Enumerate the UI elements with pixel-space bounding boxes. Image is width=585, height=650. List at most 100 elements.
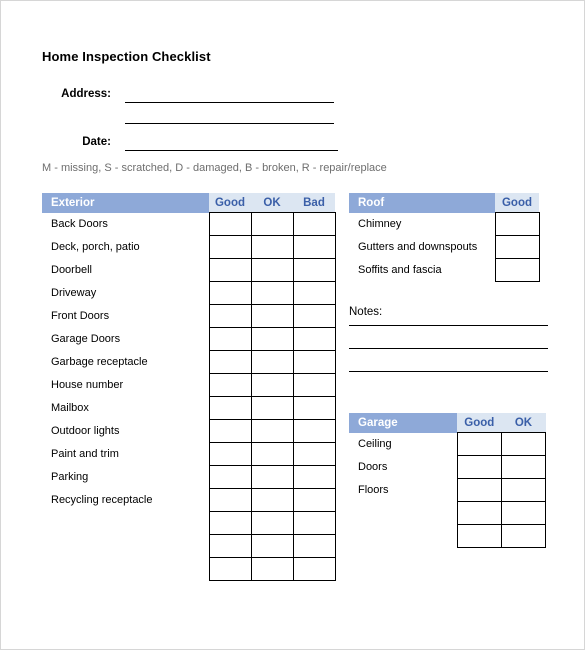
exterior-item-label: Garbage receptacle <box>42 350 209 374</box>
exterior-checkbox-ok[interactable] <box>250 373 294 397</box>
exterior-checkbox-ok[interactable] <box>250 235 294 259</box>
garage-checkbox-ok[interactable] <box>500 501 547 525</box>
exterior-checkbox-bad[interactable] <box>292 350 336 374</box>
table-header-row: Garage Good OK <box>349 413 546 433</box>
roof-item-label: Chimney <box>349 212 495 236</box>
garage-item-label <box>349 501 458 525</box>
garage-checkbox-good[interactable] <box>456 524 502 548</box>
table-row: Garbage receptacle <box>42 350 336 374</box>
exterior-item-label: Parking <box>42 465 209 489</box>
garage-checkbox-good[interactable] <box>456 455 502 479</box>
exterior-checkbox-ok[interactable] <box>250 511 294 535</box>
exterior-header-bad: Bad <box>293 193 335 213</box>
exterior-checkbox-ok[interactable] <box>250 557 294 581</box>
table-roof: Roof Good Chimney Gutters and downspouts S… <box>349 193 540 282</box>
exterior-checkbox-good[interactable] <box>208 557 252 581</box>
exterior-checkbox-bad[interactable] <box>292 304 336 328</box>
exterior-checkbox-bad[interactable] <box>292 327 336 351</box>
exterior-checkbox-ok[interactable] <box>250 442 294 466</box>
exterior-checkbox-good[interactable] <box>208 511 252 535</box>
garage-checkbox-ok[interactable] <box>500 478 547 502</box>
exterior-item-label: Front Doors <box>42 304 209 328</box>
exterior-checkbox-ok[interactable] <box>250 534 294 558</box>
table-row: Floors <box>349 478 547 502</box>
address-line-2[interactable] <box>125 123 334 124</box>
exterior-checkbox-good[interactable] <box>208 350 252 374</box>
exterior-checkbox-bad[interactable] <box>292 235 336 259</box>
exterior-checkbox-good[interactable] <box>208 534 252 558</box>
exterior-item-label: Driveway <box>42 281 209 305</box>
exterior-checkbox-bad[interactable] <box>292 419 336 443</box>
inspection-checklist-page: Home Inspection Checklist Address: Date:… <box>0 0 585 650</box>
exterior-checkbox-bad[interactable] <box>292 212 336 236</box>
roof-checkbox-good[interactable] <box>494 235 540 259</box>
table-row: Driveway <box>42 281 336 305</box>
exterior-checkbox-good[interactable] <box>208 442 252 466</box>
table-row: Parking <box>42 465 336 489</box>
table-row: Chimney <box>349 212 540 236</box>
exterior-checkbox-bad[interactable] <box>292 373 336 397</box>
exterior-checkbox-good[interactable] <box>208 258 252 282</box>
garage-checkbox-good[interactable] <box>456 478 502 502</box>
garage-item-label: Ceiling <box>349 432 458 456</box>
exterior-checkbox-bad[interactable] <box>292 488 336 512</box>
exterior-item-label: Back Doors <box>42 212 209 236</box>
exterior-checkbox-good[interactable] <box>208 419 252 443</box>
garage-checkbox-good[interactable] <box>456 501 502 525</box>
table-row <box>42 557 336 581</box>
exterior-checkbox-ok[interactable] <box>250 281 294 305</box>
exterior-item-label: Paint and trim <box>42 442 209 466</box>
exterior-checkbox-good[interactable] <box>208 488 252 512</box>
notes-line-2[interactable] <box>349 348 548 349</box>
roof-checkbox-good[interactable] <box>494 212 540 236</box>
garage-checkbox-ok[interactable] <box>500 432 547 456</box>
garage-checkbox-ok[interactable] <box>500 455 547 479</box>
table-exterior: Exterior Good OK Bad Back Doors Deck, por… <box>42 193 336 581</box>
exterior-checkbox-ok[interactable] <box>250 212 294 236</box>
exterior-checkbox-good[interactable] <box>208 281 252 305</box>
exterior-checkbox-bad[interactable] <box>292 465 336 489</box>
exterior-checkbox-good[interactable] <box>208 327 252 351</box>
exterior-checkbox-ok[interactable] <box>250 350 294 374</box>
garage-checkbox-ok[interactable] <box>500 524 547 548</box>
exterior-checkbox-bad[interactable] <box>292 511 336 535</box>
exterior-checkbox-ok[interactable] <box>250 465 294 489</box>
exterior-checkbox-bad[interactable] <box>292 258 336 282</box>
exterior-checkbox-ok[interactable] <box>250 488 294 512</box>
exterior-checkbox-good[interactable] <box>208 465 252 489</box>
exterior-checkbox-bad[interactable] <box>292 557 336 581</box>
roof-checkbox-good[interactable] <box>494 258 540 282</box>
exterior-header-title: Exterior <box>42 193 209 213</box>
exterior-item-label: Deck, porch, patio <box>42 235 209 259</box>
exterior-checkbox-good[interactable] <box>208 373 252 397</box>
exterior-checkbox-bad[interactable] <box>292 442 336 466</box>
legend-text: M - missing, S - scratched, D - damaged,… <box>42 162 387 174</box>
garage-item-label: Floors <box>349 478 458 502</box>
exterior-checkbox-ok[interactable] <box>250 327 294 351</box>
exterior-checkbox-good[interactable] <box>208 212 252 236</box>
exterior-checkbox-good[interactable] <box>208 304 252 328</box>
date-line[interactable] <box>125 150 338 151</box>
exterior-checkbox-ok[interactable] <box>250 304 294 328</box>
table-row: Recycling receptacle <box>42 488 336 512</box>
exterior-item-label: House number <box>42 373 209 397</box>
exterior-checkbox-ok[interactable] <box>250 258 294 282</box>
address-line-1[interactable] <box>125 102 334 103</box>
table-row: Garage Doors <box>42 327 336 351</box>
exterior-checkbox-good[interactable] <box>208 396 252 420</box>
exterior-item-label <box>42 534 209 558</box>
exterior-checkbox-bad[interactable] <box>292 396 336 420</box>
table-row <box>42 534 336 558</box>
exterior-checkbox-bad[interactable] <box>292 281 336 305</box>
exterior-checkbox-ok[interactable] <box>250 396 294 420</box>
notes-line-1[interactable] <box>349 325 548 326</box>
exterior-header-ok: OK <box>251 193 293 213</box>
exterior-checkbox-ok[interactable] <box>250 419 294 443</box>
exterior-header-good: Good <box>209 193 251 213</box>
table-row: Soffits and fascia <box>349 258 540 282</box>
exterior-checkbox-good[interactable] <box>208 235 252 259</box>
garage-checkbox-good[interactable] <box>456 432 502 456</box>
garage-header-title: Garage <box>349 413 458 433</box>
notes-line-3[interactable] <box>349 371 548 372</box>
exterior-checkbox-bad[interactable] <box>292 534 336 558</box>
